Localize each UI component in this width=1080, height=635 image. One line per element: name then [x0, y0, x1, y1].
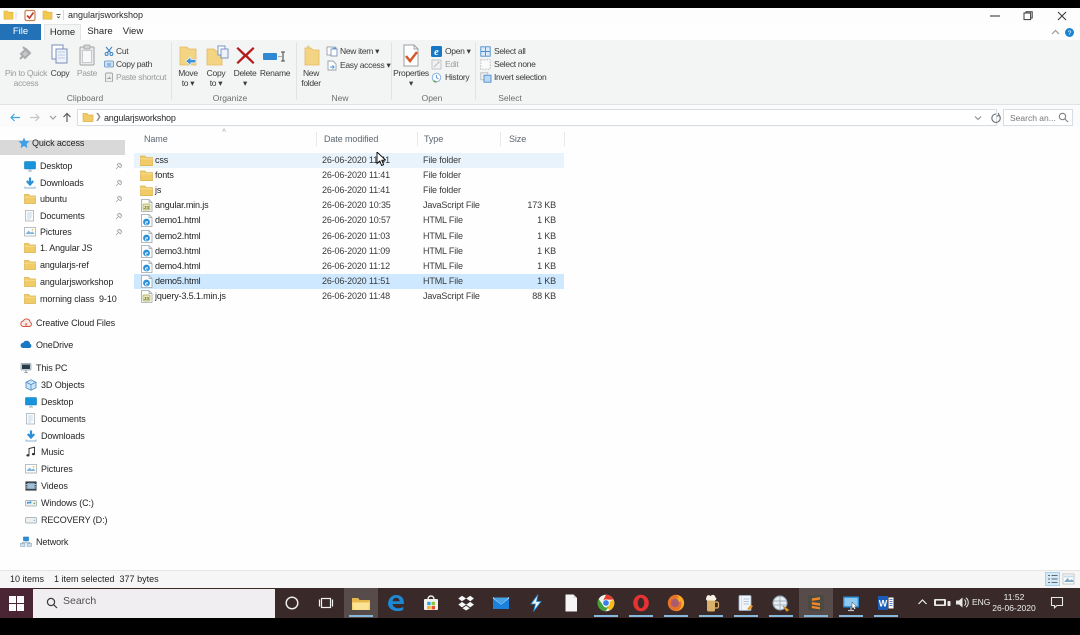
svg-text:JS: JS [144, 296, 151, 302]
svg-text:e: e [145, 264, 148, 272]
svg-text:e: e [145, 249, 148, 257]
svg-text:w: w [107, 62, 111, 68]
svg-text:e: e [145, 234, 148, 242]
svg-text:e: e [434, 47, 439, 57]
svg-text:?: ? [1068, 30, 1072, 37]
svg-text:W: W [879, 599, 888, 609]
svg-text:e: e [145, 219, 148, 227]
svg-text:JS: JS [144, 205, 151, 211]
svg-text:e: e [145, 279, 148, 287]
